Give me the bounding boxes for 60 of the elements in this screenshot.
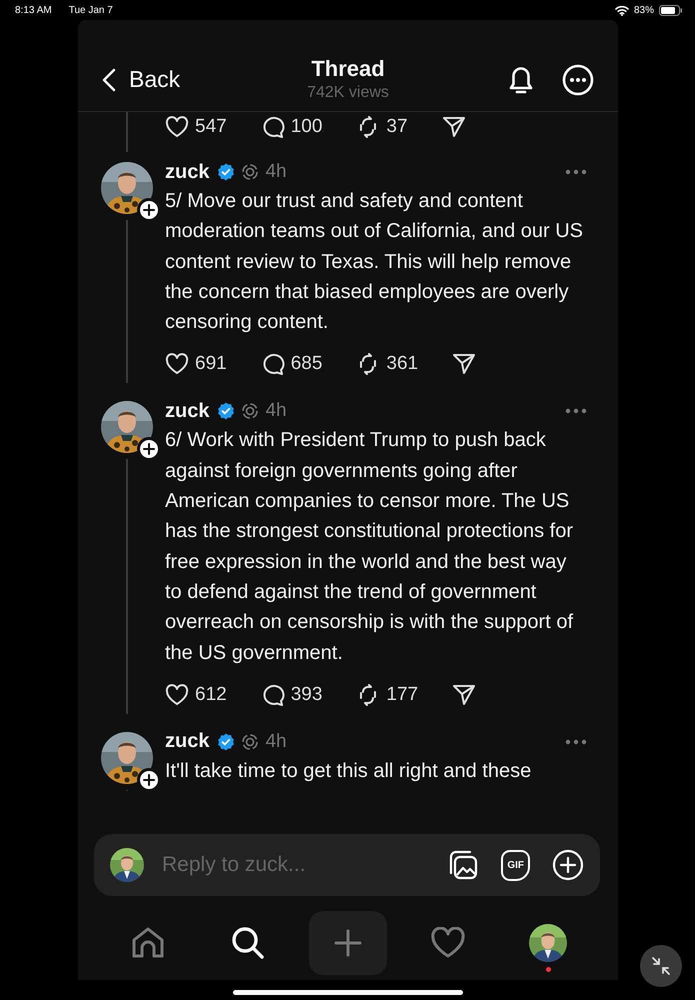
plus-icon [142,774,154,786]
page-title: Thread [311,56,385,82]
author-name[interactable]: zuck [165,400,210,423]
status-date: Tue Jan 7 [68,4,113,16]
speech-bubble-icon [260,684,285,706]
like-button[interactable]: 612 [165,684,227,706]
home-icon[interactable] [130,926,166,960]
post-text: It'll take time to get this all right and these [165,758,532,784]
share-button[interactable] [442,116,466,138]
repost-button[interactable]: 361 [356,353,418,376]
search-icon[interactable] [230,925,266,961]
reply-count-button[interactable]: 685 [260,353,322,376]
more-icon[interactable] [565,169,587,175]
swirl-icon [241,402,260,420]
like-button[interactable]: 691 [165,353,227,376]
like-button[interactable]: 547 [165,116,227,138]
plus-icon [334,929,362,957]
chevron-left-icon [102,68,116,92]
status-time: 8:13 AM [15,4,52,16]
post-time: 4h [265,161,287,183]
heart-icon[interactable] [430,927,466,959]
post-time: 4h [265,400,287,422]
more-icon[interactable] [565,408,587,414]
reply-count-button[interactable]: 100 [260,116,322,138]
plus-icon [142,204,154,216]
battery-icon [659,4,683,16]
heart-icon [165,353,189,376]
add-icon[interactable] [552,849,584,881]
more-options-icon[interactable] [562,64,594,96]
post-time: 4h [265,730,287,753]
create-button[interactable] [309,911,387,975]
post-text: 5/ Move our trust and safety and content moderation teams out of California, and our US content review to Texas. This will help remove the concern that biased employees are overly censoring content. [165,189,583,336]
post-text: 6/ Work with President Trump to push back against foreign governments going after American companies to censor more. The US has the strongest constitutional protections for free expression in the world and the best way to defend against the trend of government overreach on censorship is with the support of the US government. [165,428,574,666]
heart-icon [165,116,189,138]
reply-field[interactable]: Reply to zuck... GIF [94,834,600,896]
collapse-button[interactable] [640,945,682,987]
reply-count-button[interactable]: 393 [260,684,322,706]
author-name[interactable]: zuck [165,730,210,754]
speech-bubble-icon [260,116,285,138]
paper-plane-icon [442,116,466,138]
back-button[interactable]: Back [102,66,180,93]
paper-plane-icon [452,353,476,376]
paper-plane-icon [452,684,476,706]
speech-bubble-icon [260,353,285,376]
battery-percent: 83% [634,4,654,16]
share-button[interactable] [452,684,476,706]
wifi-icon [614,4,629,16]
plus-icon [142,443,154,456]
view-count: 742K views [307,84,389,102]
swirl-icon [241,732,260,751]
gallery-icon[interactable] [447,849,480,881]
repost-button[interactable]: 37 [356,116,408,138]
repost-button[interactable]: 177 [356,684,418,706]
heart-icon [165,684,189,706]
more-icon[interactable] [565,738,587,745]
gif-sticker-button[interactable]: GIF [501,850,530,880]
share-button[interactable] [452,353,476,376]
author-name[interactable]: zuck [165,160,210,184]
collapse-arrows-icon [650,955,672,977]
swirl-icon [241,163,260,181]
